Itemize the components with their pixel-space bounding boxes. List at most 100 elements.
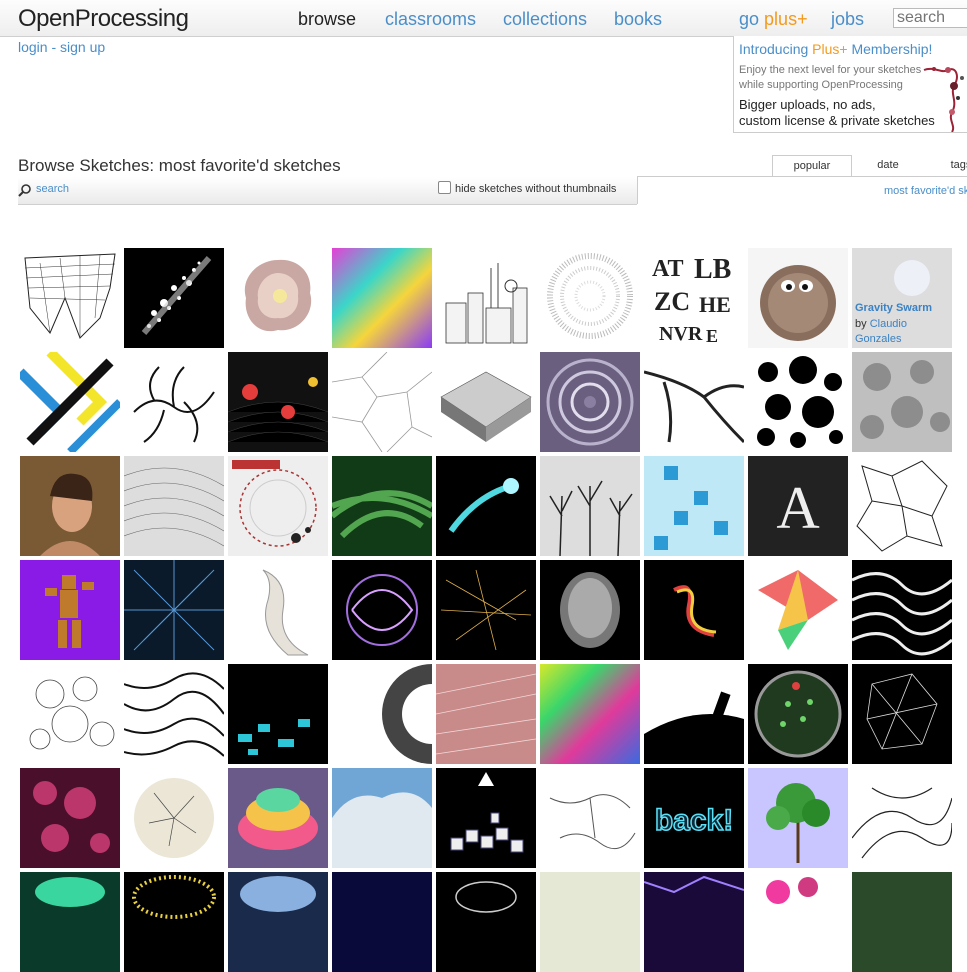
sketch-thumbnail[interactable] [332,560,432,660]
sort-description-link[interactable]: most favorite'd sketches [884,185,967,197]
sketch-thumbnail[interactable] [228,456,328,556]
magnifier-icon [18,184,31,197]
tab-underline [637,176,967,177]
sketch-thumbnail[interactable] [644,456,744,556]
sketch-thumbnail[interactable] [332,456,432,556]
promo-art-image [923,67,964,132]
promo-subtitle-2: while supporting OpenProcessing [739,79,903,91]
svg-text:AT: AT [652,256,684,282]
sketch-thumbnail[interactable] [228,352,328,452]
sketch-thumbnail[interactable] [20,456,120,556]
sketch-author: by Claudio Gonzales [855,318,907,345]
go-text: go [739,9,760,29]
hide-thumbnails-label: hide sketches without thumbnails [455,183,617,195]
nav-books[interactable]: books [614,9,662,30]
svg-text:back!: back! [655,804,733,837]
sketch-thumbnail[interactable] [852,560,952,660]
sketch-thumbnail[interactable] [20,768,120,868]
sketch-thumbnail[interactable] [20,352,120,452]
svg-text:A: A [776,475,819,541]
sketch-thumbnail[interactable] [852,352,952,452]
nav-classrooms[interactable]: classrooms [385,9,476,30]
sketch-thumbnail[interactable] [852,456,952,556]
sketch-thumbnail[interactable] [332,248,432,348]
sketch-thumbnail[interactable] [748,872,848,972]
sketch-thumbnail[interactable] [748,768,848,868]
sketch-thumbnail[interactable] [540,248,640,348]
sketch-thumbnail[interactable] [540,456,640,556]
sketch-thumbnail[interactable] [228,664,328,764]
login-signup-link[interactable]: login - sign up [18,39,105,55]
nav-collections[interactable]: collections [503,9,587,30]
nav-go-plus[interactable]: go plus+ [739,9,808,30]
site-logo[interactable]: OpenProcessing [18,5,189,33]
sketch-thumbnail[interactable] [644,352,744,452]
tab-divider [637,176,638,204]
sketch-thumbnail[interactable] [436,664,536,764]
sketch-thumbnail[interactable] [332,352,432,452]
sketch-thumbnail[interactable] [20,248,120,348]
sketch-thumbnail[interactable] [644,872,744,972]
search-input[interactable] [893,8,967,28]
sketch-thumbnail[interactable] [852,664,952,764]
sketch-thumbnail[interactable] [332,664,432,764]
hide-no-thumbnail-option[interactable]: hide sketches without thumbnails [438,181,616,195]
search-link-label: search [36,183,70,195]
sketch-title-link[interactable]: Gravity Swarm [855,302,932,314]
sketch-thumbnail[interactable] [332,768,432,868]
sketch-thumbnail[interactable] [436,560,536,660]
promo-subtitle-1: Enjoy the next level for your sketches [739,64,922,76]
svg-text:LB: LB [694,254,731,285]
plus-membership-promo[interactable]: Introducing Plus+ Membership! Enjoy the … [733,36,967,133]
nav-browse[interactable]: browse [298,9,356,30]
sketch-thumbnail[interactable] [644,664,744,764]
sketch-thumbnail[interactable] [540,768,640,868]
sketch-thumbnail[interactable]: A [748,456,848,556]
sketch-thumbnail[interactable] [436,352,536,452]
sketch-thumbnail[interactable] [644,560,744,660]
tab-popular[interactable]: popular [772,155,852,177]
sketch-thumbnail[interactable] [540,872,640,972]
sketch-thumbnail-gravity-swarm[interactable]: Gravity Swarm by Claudio Gonzales [852,248,952,348]
hide-thumbnails-checkbox[interactable] [438,181,451,194]
sketch-thumbnail[interactable] [540,352,640,452]
sketch-thumbnail[interactable] [228,768,328,868]
sketch-thumbnail[interactable] [124,248,224,348]
sketch-thumbnail[interactable] [228,560,328,660]
svg-text:E: E [706,326,718,346]
sketch-thumbnail[interactable] [748,352,848,452]
sketch-thumbnail[interactable] [540,560,640,660]
sketch-thumbnail[interactable] [20,664,120,764]
sketch-thumbnail[interactable] [124,768,224,868]
sketch-thumbnail[interactable] [852,768,952,868]
sketch-thumbnail[interactable] [124,456,224,556]
sketch-thumbnail[interactable] [124,560,224,660]
sketch-thumbnail[interactable] [852,872,952,972]
sketch-thumbnail[interactable] [124,664,224,764]
plus-text: plus+ [764,9,808,29]
sketch-thumbnail[interactable] [124,352,224,452]
tab-tags[interactable]: tags [926,155,967,176]
sketch-thumbnail[interactable] [748,560,848,660]
sketch-thumbnail[interactable] [20,872,120,972]
sketch-thumbnail[interactable] [332,872,432,972]
sketch-thumbnail[interactable] [228,872,328,972]
sketch-thumbnail[interactable] [436,872,536,972]
browse-title: Browse Sketches: most favorite'd sketche… [18,156,341,175]
promo-feature-2: custom license & private sketches [739,113,935,128]
sketch-thumbnail[interactable] [436,768,536,868]
sketch-thumbnail[interactable] [436,248,536,348]
sketch-thumbnail[interactable] [124,872,224,972]
sketch-thumbnail[interactable] [748,664,848,764]
sketch-thumbnail[interactable] [436,456,536,556]
sketch-thumbnail[interactable] [748,248,848,348]
sketch-thumbnail[interactable] [20,560,120,660]
sketch-thumbnail[interactable]: back! [644,768,744,868]
sketch-thumbnail[interactable] [540,664,640,764]
sketch-thumbnail[interactable]: AT LB ZC HE NVR E [644,248,744,348]
nav-jobs[interactable]: jobs [831,9,864,30]
tab-date[interactable]: date [850,155,926,176]
sketch-thumbnail[interactable] [228,248,328,348]
svg-text:ZC: ZC [654,287,690,316]
promo-feature-1: Bigger uploads, no ads, [739,97,876,112]
